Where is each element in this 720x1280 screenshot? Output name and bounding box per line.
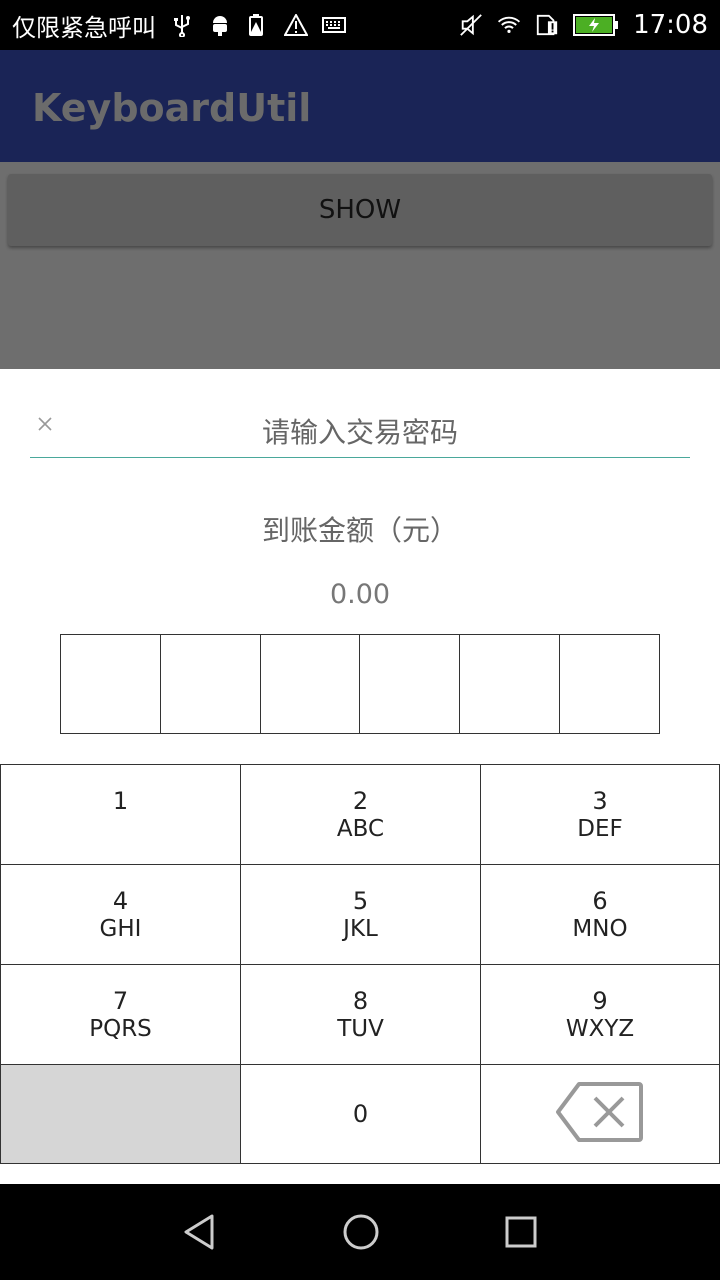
key-9[interactable]: 9 WXYZ (480, 964, 720, 1064)
key-number: 2 (352, 787, 369, 815)
dialog-header: 请输入交易密码 (30, 401, 690, 458)
key-letters: PQRS (89, 1016, 152, 1042)
recents-icon[interactable] (491, 1202, 551, 1262)
password-dialog: 请输入交易密码 到账金额（元） 0.00 1 2 ABC 3 DEF 4 GHI… (0, 369, 720, 1184)
app-title: KeyboardUtil (32, 86, 312, 130)
android-debug-icon (208, 13, 232, 37)
password-digit-box (261, 635, 361, 733)
key-2[interactable]: 2 ABC (240, 764, 480, 864)
key-letters: TUV (337, 1016, 384, 1042)
delete-key[interactable] (480, 1064, 720, 1164)
navigation-bar (0, 1184, 720, 1280)
app-bar: KeyboardUtil (0, 50, 720, 162)
key-6[interactable]: 6 MNO (480, 864, 720, 964)
key-number: 6 (592, 887, 608, 915)
carrier-text: 仅限紧急呼叫 (12, 13, 156, 42)
password-digit-box (460, 635, 561, 733)
status-right: 17:08 (459, 0, 708, 50)
wifi-icon (497, 13, 521, 37)
numeric-keypad: 1 2 ABC 3 DEF 4 GHI 5 JKL 6 MNO 7 PQRS 8 (0, 764, 720, 1164)
back-icon[interactable] (170, 1202, 230, 1262)
password-digit-box (161, 635, 261, 733)
password-input[interactable] (60, 634, 660, 734)
backspace-icon (555, 1080, 645, 1148)
show-button[interactable]: SHOW (8, 174, 712, 246)
key-7[interactable]: 7 PQRS (0, 964, 240, 1064)
key-letters: DEF (577, 816, 623, 842)
key-blank (0, 1064, 240, 1164)
sim-alert-icon (535, 13, 559, 37)
status-time: 17:08 (633, 10, 708, 40)
key-number: 3 (592, 787, 608, 815)
password-digit-box (61, 635, 161, 733)
key-number: 8 (352, 987, 369, 1015)
key-number: 5 (352, 887, 369, 915)
amount-label: 到账金额（元） (261, 514, 458, 547)
key-1[interactable]: 1 (0, 764, 240, 864)
password-digit-box (360, 635, 461, 733)
key-number: 4 (112, 887, 129, 915)
key-number: 0 (352, 1100, 369, 1128)
password-digit-box (560, 635, 659, 733)
status-bar: 仅限紧急呼叫 17:08 (0, 0, 720, 50)
key-letters: MNO (572, 916, 628, 942)
dialog-title: 请输入交易密码 (261, 416, 458, 449)
main-content: SHOW (0, 162, 720, 369)
battery-charging-icon (573, 13, 619, 37)
keyboard-icon (322, 13, 346, 37)
key-number: 9 (592, 987, 608, 1015)
key-number: 7 (112, 987, 129, 1015)
key-0[interactable]: 0 (240, 1064, 480, 1164)
key-number: 1 (112, 787, 129, 815)
key-3[interactable]: 3 DEF (480, 764, 720, 864)
key-4[interactable]: 4 GHI (0, 864, 240, 964)
key-letters: WXYZ (565, 1016, 635, 1042)
mute-icon (459, 13, 483, 37)
usb-icon (170, 13, 194, 37)
amount-value: 0.00 (329, 579, 391, 610)
key-8[interactable]: 8 TUV (240, 964, 480, 1064)
key-letters: ABC (336, 816, 385, 842)
home-icon[interactable] (331, 1202, 391, 1262)
battery-warning-icon (246, 13, 270, 37)
key-5[interactable]: 5 JKL (240, 864, 480, 964)
key-letters: GHI (99, 916, 142, 942)
status-left: 仅限紧急呼叫 (12, 0, 346, 50)
key-letters: JKL (343, 916, 378, 942)
warning-icon (284, 13, 308, 37)
